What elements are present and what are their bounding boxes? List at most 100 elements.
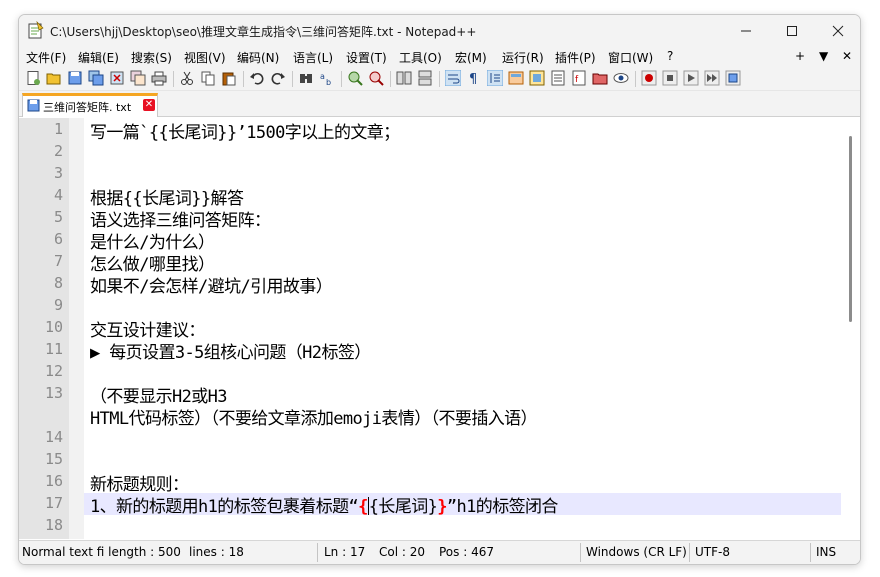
menu-settings[interactable]: 设置(T)	[346, 49, 387, 66]
menu-tools[interactable]: 工具(O)	[399, 49, 442, 66]
menu-file[interactable]: 文件(F)	[26, 49, 66, 66]
open-file-icon[interactable]	[46, 70, 62, 86]
sync-horizontal-icon[interactable]	[417, 70, 433, 86]
status-separator	[317, 543, 318, 562]
add-document-button[interactable]: +	[795, 49, 805, 63]
close-icon	[832, 25, 844, 37]
minimize-icon	[741, 30, 751, 32]
language-icon[interactable]	[508, 70, 524, 86]
save-macro-icon[interactable]	[725, 70, 741, 86]
line-number: 6	[53, 230, 63, 248]
menu-bar: 文件(F) 编辑(E) 搜索(S) 视图(V) 编码(N) 语言(L) 设置(T…	[19, 47, 860, 67]
maximize-button[interactable]	[769, 15, 815, 47]
menu-search[interactable]: 搜索(S)	[131, 49, 172, 66]
indent-guide-icon[interactable]	[487, 70, 503, 86]
line-number: 13	[44, 384, 63, 402]
menu-language[interactable]: 语言(L)	[293, 49, 333, 66]
replace-icon[interactable]: ab	[319, 70, 335, 86]
sync-vertical-icon[interactable]	[396, 70, 412, 86]
vertical-scrollbar[interactable]	[841, 118, 860, 539]
code-segment: ”h1的标签闭合	[446, 497, 559, 517]
status-separator	[689, 543, 690, 562]
line-number: 8	[53, 274, 63, 292]
zoom-out-icon[interactable]	[368, 70, 384, 86]
word-wrap-icon[interactable]	[445, 70, 461, 86]
code-line: ▶ 每页设置3-5组核心问题（H2标签）	[90, 343, 371, 363]
maximize-icon	[787, 26, 797, 36]
close-document-button[interactable]: ✕	[842, 49, 852, 63]
document-list-icon[interactable]	[550, 70, 566, 86]
close-file-icon[interactable]	[109, 70, 125, 86]
code-line: 如果不/会怎样/避坑/引用故事）	[90, 277, 333, 297]
status-line: Ln : 17	[324, 545, 366, 559]
tab-close-icon[interactable]: ✕	[143, 99, 155, 111]
toolbar-separator	[292, 71, 293, 87]
code-segment: {长尾词}	[368, 497, 438, 517]
window-title: C:\Users\hjj\Desktop\seo\推理文章生成指令\三维问答矩阵…	[50, 25, 477, 39]
status-eol: Windows (CR LF)	[586, 545, 687, 559]
line-number: 2	[53, 142, 63, 160]
notepadpp-app-icon	[28, 21, 44, 39]
status-encoding: UTF-8	[695, 545, 730, 559]
status-line-count: lines : 18	[189, 545, 244, 559]
stop-macro-icon[interactable]	[662, 70, 678, 86]
line-number: 1	[53, 120, 63, 138]
line-number-gutter: 1 2 3 4 5 6 7 8 9 10 11 12 13 14 15 16 1…	[19, 118, 69, 539]
save-all-icon[interactable]	[88, 70, 104, 86]
line-number: 10	[44, 318, 63, 336]
line-number: 15	[44, 450, 63, 468]
play-macro-multiple-icon[interactable]	[704, 70, 720, 86]
show-all-chars-icon[interactable]: ¶	[466, 70, 482, 86]
find-icon[interactable]	[298, 70, 314, 86]
svg-text:b: b	[326, 78, 331, 86]
brace-match: }	[437, 497, 447, 517]
redo-icon[interactable]	[270, 70, 286, 86]
line-number: 11	[44, 340, 63, 358]
new-file-icon[interactable]	[25, 70, 41, 86]
monitoring-icon[interactable]	[613, 70, 629, 86]
menu-encoding[interactable]: 编码(N)	[237, 49, 279, 66]
status-column: Col : 20	[379, 545, 425, 559]
print-icon[interactable]	[151, 70, 167, 86]
menu-view[interactable]: 视图(V)	[184, 49, 226, 66]
folder-workspace-icon[interactable]	[592, 70, 608, 86]
menu-run[interactable]: 运行(R)	[502, 49, 544, 66]
minimize-button[interactable]	[723, 15, 769, 47]
close-all-icon[interactable]	[130, 70, 146, 86]
line-number: 9	[53, 296, 63, 314]
menu-plugins[interactable]: 插件(P)	[555, 49, 596, 66]
toolbar-separator	[390, 71, 391, 87]
close-button[interactable]	[815, 15, 860, 47]
fold-margin[interactable]	[69, 118, 84, 539]
status-bar: Normal text fi length : 500 lines : 18 L…	[19, 540, 860, 564]
document-map-icon[interactable]	[529, 70, 545, 86]
toolbar-separator	[341, 71, 342, 87]
save-icon[interactable]	[67, 70, 83, 86]
code-line-current: 1、新的标题用h1的标签包裹着标题“{{长尾词}}”h1的标签闭合	[90, 492, 558, 517]
title-bar: C:\Users\hjj\Desktop\seo\推理文章生成指令\三维问答矩阵…	[19, 15, 860, 47]
tab-document[interactable]: 三维问答矩阵. txt ✕	[22, 93, 158, 117]
paste-icon[interactable]	[221, 70, 237, 86]
text-editor[interactable]: 1 2 3 4 5 6 7 8 9 10 11 12 13 14 15 16 1…	[19, 118, 860, 539]
svg-text:a: a	[320, 72, 325, 81]
record-macro-icon[interactable]	[641, 70, 657, 86]
menu-edit[interactable]: 编辑(E)	[78, 49, 119, 66]
cut-icon[interactable]	[179, 70, 195, 86]
play-macro-icon[interactable]	[683, 70, 699, 86]
menu-window[interactable]: 窗口(W)	[608, 49, 653, 66]
zoom-in-icon[interactable]	[347, 70, 363, 86]
document-list-dropdown[interactable]: ▼	[819, 49, 828, 63]
copy-icon[interactable]	[200, 70, 216, 86]
line-number: 16	[44, 472, 63, 490]
status-position: Pos : 467	[439, 545, 494, 559]
scrollbar-thumb[interactable]	[849, 136, 852, 322]
status-separator	[810, 543, 811, 562]
line-number: 14	[44, 428, 63, 446]
status-insert-mode: INS	[816, 545, 837, 559]
toolbar-separator	[243, 71, 244, 87]
menu-macro[interactable]: 宏(M)	[455, 49, 487, 66]
undo-icon[interactable]	[249, 70, 265, 86]
menu-help[interactable]: ?	[667, 49, 673, 63]
status-separator	[580, 543, 581, 562]
function-list-icon[interactable]: f	[571, 70, 587, 86]
